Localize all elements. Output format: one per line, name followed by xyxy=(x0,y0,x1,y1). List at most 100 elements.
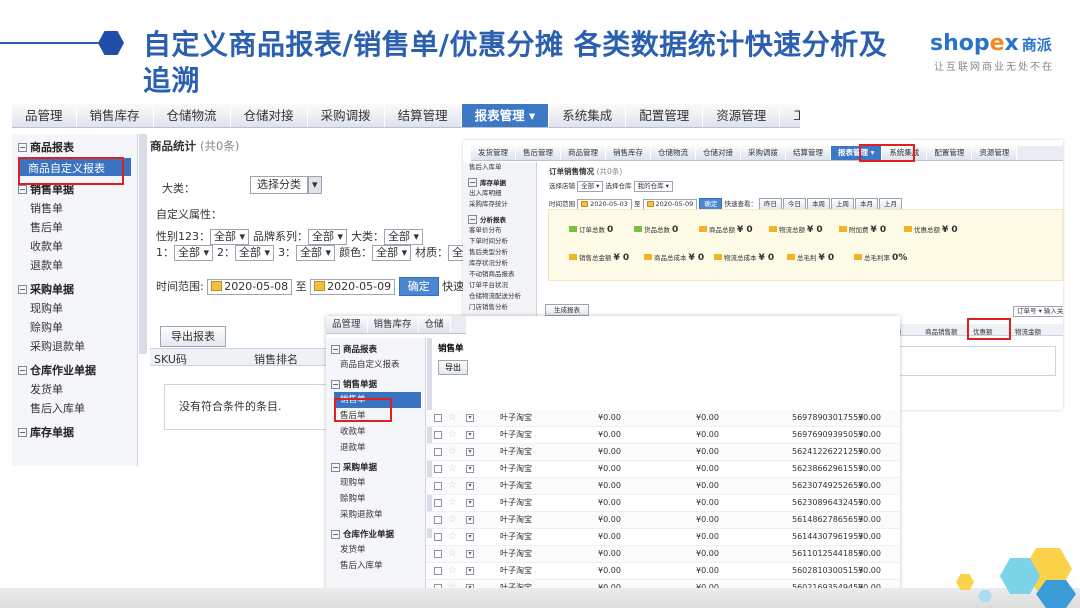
s2-col-header[interactable]: 物流金额 xyxy=(1015,326,1041,336)
table-row[interactable]: ☆ ▾ 叶子淘宝 ¥0.00 ¥0.00 56976909395053 ¥0.00 xyxy=(426,427,900,444)
s3-sidebar-group[interactable]: − 商品报表 xyxy=(326,338,425,357)
s1-sidebar-item[interactable]: 销售单 xyxy=(12,200,137,219)
s2-sidebar-item[interactable]: 不动销商品报表 xyxy=(463,269,536,280)
expand-icon[interactable]: ▾ xyxy=(466,414,474,422)
collapse-toggle-icon[interactable]: − xyxy=(18,365,27,375)
row-checkbox[interactable] xyxy=(434,431,442,439)
s1-sidebar-item[interactable]: 售后入库单 xyxy=(12,400,137,419)
s1-nav-tab[interactable]: 仓储对接 xyxy=(230,104,308,127)
s2-sidebar-item[interactable]: 门店销售分析 xyxy=(463,302,536,313)
s2-sidebar-item[interactable]: 出入库明细 xyxy=(463,188,536,199)
s1-sidebar-group[interactable]: − 仓库作业单据 xyxy=(12,357,137,381)
row-checkbox[interactable] xyxy=(434,550,442,558)
s1-sidebar-group[interactable]: − 采购单据 xyxy=(12,276,137,300)
star-icon[interactable]: ☆ xyxy=(448,444,457,460)
s1-filter-select[interactable]: 全部 ▾ xyxy=(308,229,348,245)
s1-date-from[interactable]: 2020-05-08 xyxy=(207,279,293,295)
s2-shop-select[interactable]: 全部 ▾ xyxy=(577,181,604,192)
s1-sidebar-item[interactable]: 现购单 xyxy=(12,300,137,319)
s1-filter-select[interactable]: 全部 ▾ xyxy=(235,245,275,261)
row-checkbox[interactable] xyxy=(434,499,442,507)
s1-nav-tab[interactable]: 销售库存 xyxy=(76,104,154,127)
s2-sidebar-item[interactable]: 售后入库单 xyxy=(463,162,536,173)
collapse-toggle-icon[interactable]: − xyxy=(331,529,340,539)
s3-sidebar-item[interactable]: 采购退款单 xyxy=(326,507,425,523)
s3-sidebar-item[interactable]: 收款单 xyxy=(326,424,425,440)
s2-nav-tab[interactable]: 配置管理 xyxy=(927,146,973,160)
row-checkbox[interactable] xyxy=(434,465,442,473)
s1-nav-tab[interactable]: 系统集成 xyxy=(549,104,627,127)
s3-nav-tab[interactable]: 销售库存 xyxy=(367,316,419,333)
row-checkbox[interactable] xyxy=(434,482,442,490)
s2-sidebar-item[interactable]: 售后类型分析 xyxy=(463,247,536,258)
s1-nav-tab[interactable]: 品管理 xyxy=(12,104,77,127)
s1-nav-tab[interactable]: 采购调拨 xyxy=(307,104,385,127)
star-icon[interactable]: ☆ xyxy=(448,478,457,494)
s2-generate-button[interactable]: 生成报表 xyxy=(545,304,589,316)
collapse-toggle-icon[interactable]: − xyxy=(18,284,27,294)
row-checkbox[interactable] xyxy=(434,533,442,541)
s2-sidebar-item[interactable]: 库存状况分析 xyxy=(463,258,536,269)
s3-sidebar-item[interactable]: 售后入库单 xyxy=(326,558,425,574)
s1-filter-select[interactable]: 全部 ▾ xyxy=(384,229,424,245)
star-icon[interactable]: ☆ xyxy=(448,410,457,426)
star-icon[interactable]: ☆ xyxy=(448,529,457,545)
table-row[interactable]: ☆ ▾ 叶子淘宝 ¥0.00 ¥0.00 56028103005153 ¥0.00 xyxy=(426,563,900,580)
s3-sidebar-group[interactable]: − 仓库作业单据 xyxy=(326,523,425,542)
s1-nav-tab[interactable]: 工具集成 xyxy=(780,104,800,127)
s3-nav-tab[interactable]: 仓储 xyxy=(418,316,451,333)
s1-nav-tab[interactable]: 仓储物流 xyxy=(153,104,231,127)
s2-sidebar-item[interactable]: 客单价分布 xyxy=(463,225,536,236)
star-icon[interactable]: ☆ xyxy=(448,461,457,477)
expand-icon[interactable]: ▾ xyxy=(466,482,474,490)
s2-sidebar-item[interactable]: 采购库存统计 xyxy=(463,199,536,210)
s1-export-button[interactable]: 导出报表 xyxy=(160,326,226,347)
s1-sidebar-item[interactable]: 退款单 xyxy=(12,257,137,276)
s2-sidebar-item[interactable]: 仓储物流配送分析 xyxy=(463,291,536,302)
s2-nav-tab[interactable]: 发货管理 xyxy=(471,146,516,160)
s3-sidebar-item[interactable]: 商品自定义报表 xyxy=(326,357,425,373)
collapse-toggle-icon[interactable]: − xyxy=(468,214,477,224)
s2-sidebar-item[interactable]: 下单时间分析 xyxy=(463,236,536,247)
s2-nav-tab[interactable]: 结算管理 xyxy=(786,146,831,160)
s1-confirm-button[interactable]: 确定 xyxy=(398,277,439,296)
s2-search-control[interactable]: 订单号 ▾ 输入关 xyxy=(1013,306,1063,317)
s2-nav-tab[interactable]: 采购调拨 xyxy=(741,146,786,160)
collapse-toggle-icon[interactable]: − xyxy=(331,462,340,472)
expand-icon[interactable]: ▾ xyxy=(466,533,474,541)
s3-sidebar-item[interactable]: 现购单 xyxy=(326,475,425,491)
row-checkbox[interactable] xyxy=(434,414,442,422)
collapse-toggle-icon[interactable]: − xyxy=(468,177,477,187)
collapse-toggle-icon[interactable]: − xyxy=(18,427,27,437)
s3-export-button[interactable]: 导出 xyxy=(438,360,468,375)
s2-nav-tab[interactable]: 仓储对接 xyxy=(696,146,741,160)
expand-icon[interactable]: ▾ xyxy=(466,431,474,439)
s1-sidebar-item[interactable]: 售后单 xyxy=(12,219,137,238)
expand-icon[interactable]: ▾ xyxy=(466,499,474,507)
s1-date-to[interactable]: 2020-05-09 xyxy=(310,279,396,295)
s3-sidebar-group[interactable]: − 采购单据 xyxy=(326,456,425,475)
s2-nav-tab[interactable]: 资源管理 xyxy=(972,146,1018,160)
expand-icon[interactable]: ▾ xyxy=(466,567,474,575)
s1-sidebar-item[interactable]: 收款单 xyxy=(12,238,137,257)
table-row[interactable]: ☆ ▾ 叶子淘宝 ¥0.00 ¥0.00 56238662961553 ¥0.00 xyxy=(426,461,900,478)
table-row[interactable]: ☆ ▾ 叶子淘宝 ¥0.00 ¥0.00 56230749252653 ¥0.00 xyxy=(426,478,900,495)
s1-category-select[interactable]: 选择分类 ▾ xyxy=(250,176,322,194)
collapse-toggle-icon[interactable]: − xyxy=(18,142,27,152)
s2-sidebar-group[interactable]: − 分析报表 xyxy=(463,210,536,225)
collapse-toggle-icon[interactable]: − xyxy=(331,344,340,354)
expand-icon[interactable]: ▾ xyxy=(466,550,474,558)
star-icon[interactable]: ☆ xyxy=(448,512,457,528)
star-icon[interactable]: ☆ xyxy=(448,546,457,562)
expand-icon[interactable]: ▾ xyxy=(466,448,474,456)
row-checkbox[interactable] xyxy=(434,516,442,524)
collapse-toggle-icon[interactable]: − xyxy=(18,184,27,194)
s1-nav-tab[interactable]: 结算管理 xyxy=(384,104,462,127)
s2-nav-tab[interactable]: 商品管理 xyxy=(561,146,606,160)
s1-filter-select[interactable]: 全部 ▾ xyxy=(210,229,250,245)
s3-sidebar-item[interactable]: 赊购单 xyxy=(326,491,425,507)
table-row[interactable]: ☆ ▾ 叶子淘宝 ¥0.00 ¥0.00 56241226221253 ¥0.00 xyxy=(426,444,900,461)
table-row[interactable]: ☆ ▾ 叶子淘宝 ¥0.00 ¥0.00 56144307961953 ¥0.00 xyxy=(426,529,900,546)
row-checkbox[interactable] xyxy=(434,448,442,456)
s2-sidebar-item[interactable]: 订单平台状况 xyxy=(463,280,536,291)
